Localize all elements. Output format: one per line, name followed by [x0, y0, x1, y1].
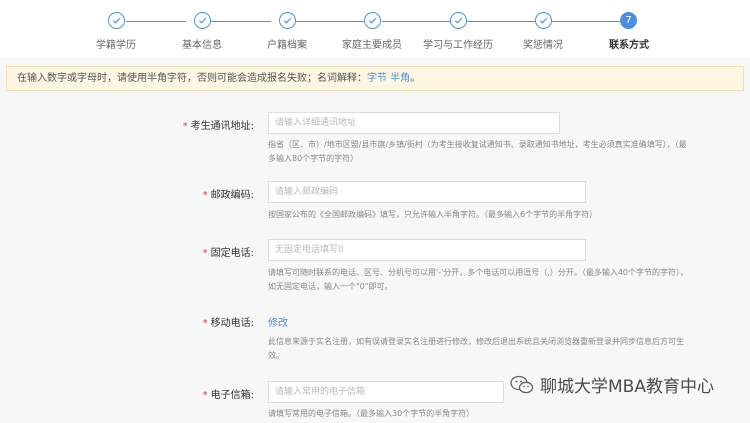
step-1-check-icon[interactable]	[108, 12, 125, 29]
watermark-text: 聊城大学MBA教育中心	[540, 377, 714, 397]
phone-hint: 请填写可随时联系的电话、区号、分机号可以用'-'分开，多个电话可以用逗号（,）分…	[268, 268, 689, 291]
email-label-text: 电子信箱:	[210, 390, 254, 401]
email-hint: 请填写常用的电子信箱。（最多输入30个字节的半角字符）	[268, 409, 475, 418]
mobile-label: * 移动电话:	[203, 314, 254, 329]
wechat-icon	[510, 375, 534, 393]
step-6-check-icon[interactable]	[535, 12, 552, 29]
step-label-basic-info[interactable]: 基本信息	[182, 36, 222, 51]
fixed-phone-input[interactable]: 无固定电话填写0	[268, 239, 586, 261]
postal-hint: 按国家公布的《全国邮政编码》填写，只允许输入半角字符。（最多输入6个字节的半角字…	[268, 210, 598, 219]
step-label-contact[interactable]: 联系方式	[609, 36, 649, 51]
required-mark: *	[202, 190, 208, 201]
step-label-awards[interactable]: 奖惩情况	[523, 36, 563, 51]
address-label-text: 考生通讯地址:	[190, 121, 254, 132]
postal-code-input[interactable]: 请输入邮政编码	[268, 181, 586, 203]
step-connector	[126, 21, 186, 22]
required-mark: *	[182, 121, 188, 132]
address-input[interactable]: 请输入详细通讯地址	[268, 112, 560, 134]
required-mark: *	[202, 390, 208, 401]
step-connector	[467, 21, 535, 22]
step-2-check-icon[interactable]	[194, 12, 211, 29]
step-label-experience[interactable]: 学习与工作经历	[423, 36, 493, 51]
step-connector	[382, 21, 450, 22]
address-hint: 指省（区、市）/地市区盟/县市旗/乡镇/街村（为考生接收复试通知书、录取通知书地…	[268, 140, 687, 163]
step-7-current[interactable]: 7	[620, 12, 637, 29]
step-connector	[552, 21, 620, 22]
mobile-edit-link[interactable]: 修改	[268, 314, 288, 329]
step-label-household[interactable]: 户籍档案	[267, 36, 307, 51]
step-label-academic[interactable]: 学籍学历	[96, 36, 136, 51]
step-connector	[211, 21, 271, 22]
notice-text: 在输入数字或字母时，请使用半角字符，否则可能会造成报名失败；名词解释：	[17, 73, 367, 84]
email-input[interactable]: 请输入常用的电子信箱	[268, 381, 504, 403]
postal-label-text: 邮政编码:	[210, 190, 254, 201]
email-label: * 电子信箱:	[203, 386, 254, 401]
input-notice: 在输入数字或字母时，请使用半角字符，否则可能会造成报名失败；名词解释：字节 半角…	[6, 66, 744, 91]
step-7-number: 7	[625, 15, 632, 26]
required-mark: *	[202, 248, 208, 259]
postal-label: * 邮政编码:	[203, 186, 254, 201]
phone-label-text: 固定电话:	[210, 248, 254, 259]
phone-label: * 固定电话:	[203, 244, 254, 259]
mobile-hint: 此信息来源于实名注册，如有误请登录实名注册进行修改，修改后退出系统且关闭浏览器重…	[268, 337, 684, 360]
step-3-check-icon[interactable]	[279, 12, 296, 29]
address-label: * 考生通讯地址:	[183, 117, 254, 132]
watermark: 聊城大学MBA教育中心	[510, 372, 714, 397]
step-4-check-icon[interactable]	[364, 12, 381, 29]
progress-stepper: 7 学籍学历 基本信息 户籍档案 家庭主要成员 学习与工作经历 奖惩情况 联系方…	[0, 0, 750, 58]
notice-end: 。	[410, 73, 421, 84]
notice-term-link[interactable]: 字节 半角	[367, 73, 410, 84]
step-connector	[296, 21, 364, 22]
step-5-check-icon[interactable]	[450, 12, 467, 29]
mobile-label-text: 移动电话:	[210, 318, 254, 329]
step-label-family[interactable]: 家庭主要成员	[342, 36, 402, 51]
required-mark: *	[202, 318, 208, 329]
